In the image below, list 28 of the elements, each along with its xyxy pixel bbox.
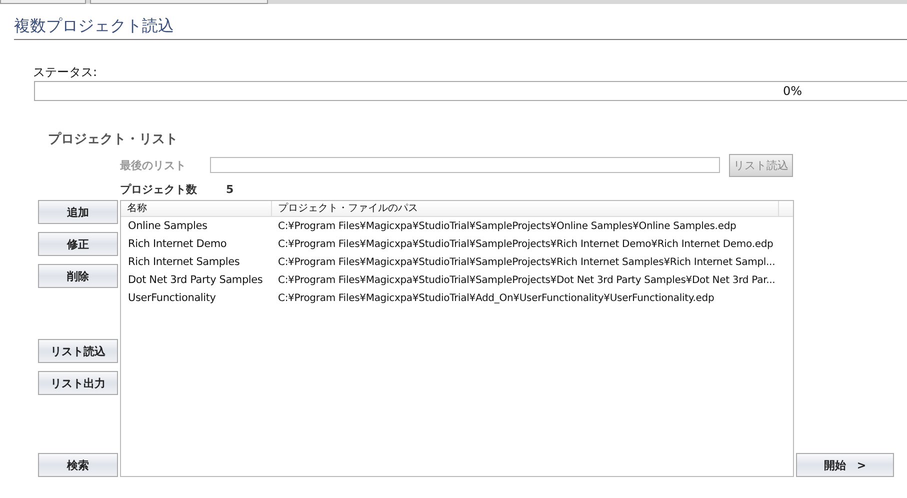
column-header[interactable]: プロジェクト・ファイルのパス: [272, 201, 779, 216]
search-button[interactable]: 検索: [38, 453, 118, 477]
table-cell-text: C:¥Program Files¥Magicxpa¥StudioTrial¥SampleProjects¥Rich Internet Demo¥Rich Internet Demo.edp: [277, 238, 774, 250]
table-cell-text: Dot Net 3rd Party Samples: [127, 274, 264, 286]
project-count-value: 5: [226, 182, 234, 196]
action-button[interactable]: 修正: [38, 232, 118, 256]
table-cell-text: C:¥Program Files¥Magicxpa¥StudioTrial¥SampleProjects¥Dot Net 3rd Party Samples¥Dot Net 3rd Par...: [277, 274, 776, 286]
section-title: プロジェクト・リスト: [48, 131, 179, 149]
last-list-label: 最後のリスト: [120, 158, 187, 172]
column-header[interactable]: 名称: [121, 201, 272, 216]
table-cell-text: C:¥Program Files¥Magicxpa¥StudioTrial¥SampleProjects¥Online Samples¥Online Samples.edp: [277, 220, 736, 232]
start-button[interactable]: 開始 >: [796, 453, 894, 477]
window-tab[interactable]: [0, 0, 86, 4]
table-cell-text: C:¥Program Files¥Magicxpa¥StudioTrial¥SampleProjects¥Rich Internet Samples¥Rich Internet Sampl...: [277, 256, 776, 268]
window-title: 複数プロジェクト読込: [14, 15, 907, 40]
action-button[interactable]: リスト出力: [38, 371, 118, 395]
action-button[interactable]: 追加: [38, 200, 118, 224]
table-cell-text: UserFunctionality: [127, 292, 217, 304]
table-cell-text: Online Samples: [127, 220, 208, 232]
window-tab[interactable]: [90, 0, 268, 4]
project-count-label: プロジェクト数: [120, 182, 198, 196]
status-label: ステータス:: [33, 64, 98, 80]
table-cell-text: Rich Internet Demo: [127, 238, 228, 250]
table-cell-text: Rich Internet Samples: [127, 256, 241, 268]
table-cell-text: C:¥Program Files¥Magicxpa¥StudioTrial¥Add_On¥UserFunctionality¥UserFunctionality.edp: [277, 292, 714, 304]
action-button[interactable]: 削除: [38, 264, 118, 288]
action-button[interactable]: リスト読込: [38, 339, 118, 363]
progress-reading: 0%: [783, 84, 802, 98]
